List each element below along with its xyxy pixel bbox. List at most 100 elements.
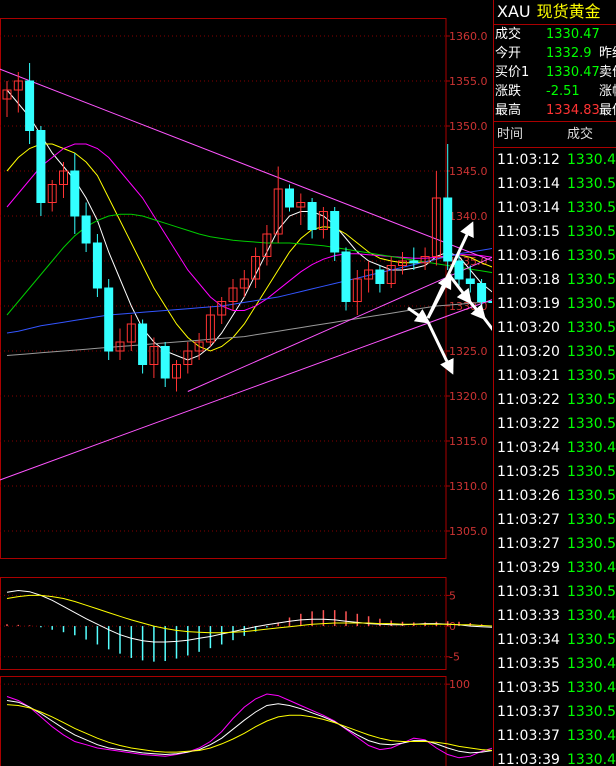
tick-row: 11:03:29 1330.4	[494, 556, 616, 580]
y-tick-label: 1320.0	[449, 390, 488, 403]
symbol-header[interactable]: XAU 现货黄金	[494, 0, 616, 25]
tick-time: 11:03:27	[497, 536, 560, 552]
oscillator-line	[6, 693, 492, 759]
tick-time: 11:03:14	[497, 176, 560, 192]
y-tick-label: 1315.0	[449, 435, 488, 448]
tick-time: 11:03:34	[497, 632, 560, 648]
y-tick-label: 100	[449, 678, 470, 691]
tick-time: 11:03:12	[497, 152, 560, 168]
tick-price: 1330.5	[567, 416, 616, 432]
candle-body	[104, 287, 114, 352]
candle-body	[465, 278, 475, 284]
candle-body	[454, 260, 464, 280]
tick-time: 11:03:26	[497, 488, 560, 504]
tick-time: 11:03:20	[497, 344, 560, 360]
trend-line	[0, 299, 492, 481]
tick-row: 11:03:35 1330.4	[494, 676, 616, 700]
tick-time: 11:03:15	[497, 224, 560, 240]
tick-time: 11:03:24	[497, 440, 560, 456]
tick-row: 11:03:26 1330.5	[494, 484, 616, 508]
tick-row: 11:03:39 1330.4	[494, 748, 616, 766]
candle-body	[138, 323, 148, 365]
tick-row: 11:03:16 1330.5	[494, 244, 616, 268]
tick-price: 1330.4	[567, 728, 616, 744]
tick-time: 11:03:35	[497, 656, 560, 672]
candle-body	[443, 197, 453, 262]
y-tick-label: 1360.0	[449, 30, 488, 43]
tick-row: 11:03:25 1330.5	[494, 460, 616, 484]
tick-row: 11:03:19 1330.5	[494, 292, 616, 316]
tick-price: 1330.5	[567, 224, 616, 240]
tick-price: 1330.5	[567, 200, 616, 216]
tick-price: 1330.5	[567, 368, 616, 384]
oscillator-panel[interactable]: 100	[0, 676, 492, 766]
candle-body	[341, 251, 351, 302]
quote-label: 买价1	[495, 65, 530, 80]
tick-price: 1330.5	[567, 344, 616, 360]
tick-row: 11:03:27 1330.5	[494, 508, 616, 532]
tick-row: 11:03:14 1330.5	[494, 172, 616, 196]
trend-line	[0, 68, 492, 262]
tick-price: 1330.5	[567, 320, 616, 336]
quote-value: 1334.83	[546, 103, 600, 118]
tick-price: 1330.4	[567, 752, 616, 766]
ticks-header: 时间 成交	[494, 122, 616, 148]
quote-panel: 成交1330.47今开1332.9昨结买价11330.47卖价涨跌-2.51涨幅…	[494, 25, 616, 122]
tick-row: 11:03:15 1330.5	[494, 220, 616, 244]
tick-row: 11:03:22 1330.5	[494, 388, 616, 412]
quote-value: 1330.47	[546, 27, 600, 42]
tick-row: 11:03:35 1330.4	[494, 652, 616, 676]
tick-row: 11:03:31 1330.5	[494, 580, 616, 604]
tick-row: 11:03:34 1330.5	[494, 628, 616, 652]
y-tick-label: 1310.0	[449, 480, 488, 493]
candle-body	[92, 242, 102, 289]
tick-time: 11:03:27	[497, 512, 560, 528]
tick-time: 11:03:31	[497, 584, 560, 600]
tick-time: 11:03:33	[497, 608, 560, 624]
panel-border	[0, 676, 447, 766]
tick-row: 11:03:24 1330.4	[494, 436, 616, 460]
annotation-arrow	[407, 306, 431, 324]
quote-label-2: 昨结	[599, 46, 616, 61]
tick-price: 1330.5	[567, 488, 616, 504]
y-tick-label: 0	[449, 620, 456, 633]
kline-chart-area[interactable]: 1360.01355.01350.01345.01340.01335.01330…	[0, 0, 492, 766]
tick-row: 11:03:27 1330.5	[494, 532, 616, 556]
candle-body	[488, 301, 492, 303]
tick-list[interactable]: 11:03:12 1330.4 11:03:14 1330.5 11:03:14 1330…	[494, 148, 616, 766]
tick-time: 11:03:22	[497, 416, 560, 432]
quote-label-2: 涨幅	[599, 84, 616, 99]
candle-body	[25, 80, 35, 131]
quote-sidebar: XAU现货黄金 成交1330.47今开1332.9昨结买价11330.47卖价涨…	[493, 0, 616, 766]
quote-row: 今开 1332.9 昨结	[494, 44, 616, 63]
tick-price: 1330.4	[567, 680, 616, 696]
tick-time: 11:03:29	[497, 560, 560, 576]
tick-time: 11:03:22	[497, 392, 560, 408]
macd-panel[interactable]: 5 0 -5	[0, 577, 492, 670]
tick-time: 11:03:14	[497, 200, 560, 216]
quote-row: 买价1 1330.47卖价	[494, 63, 616, 82]
candlestick-panel[interactable]: 1360.01355.01350.01345.01340.01335.01330…	[0, 18, 492, 559]
candle-body	[375, 269, 385, 284]
tick-time: 11:03:16	[497, 248, 560, 264]
quote-label: 涨跌	[495, 84, 522, 99]
candle-body	[307, 202, 317, 230]
tick-time: 11:03:20	[497, 320, 560, 336]
tick-price: 1330.5	[567, 296, 616, 312]
quote-row: 成交 1330.47	[494, 25, 616, 44]
tick-price: 1330.5	[567, 392, 616, 408]
candle-body	[160, 346, 170, 379]
candle-body	[409, 260, 419, 264]
candle-body	[330, 211, 340, 253]
tick-time: 11:03:18	[497, 272, 560, 288]
tick-time: 11:03:39	[497, 752, 560, 766]
tick-price: 1330.5	[567, 272, 616, 288]
candle-body	[36, 130, 46, 203]
tick-price: 1330.5	[567, 584, 616, 600]
tick-price: 1330.4	[567, 656, 616, 672]
tick-price: 1330.5	[567, 536, 616, 552]
tick-time: 11:03:37	[497, 728, 560, 744]
tick-price: 1330.5	[567, 176, 616, 192]
quote-row: 最高 1334.83最低	[494, 101, 616, 120]
tick-time: 11:03:35	[497, 680, 560, 696]
